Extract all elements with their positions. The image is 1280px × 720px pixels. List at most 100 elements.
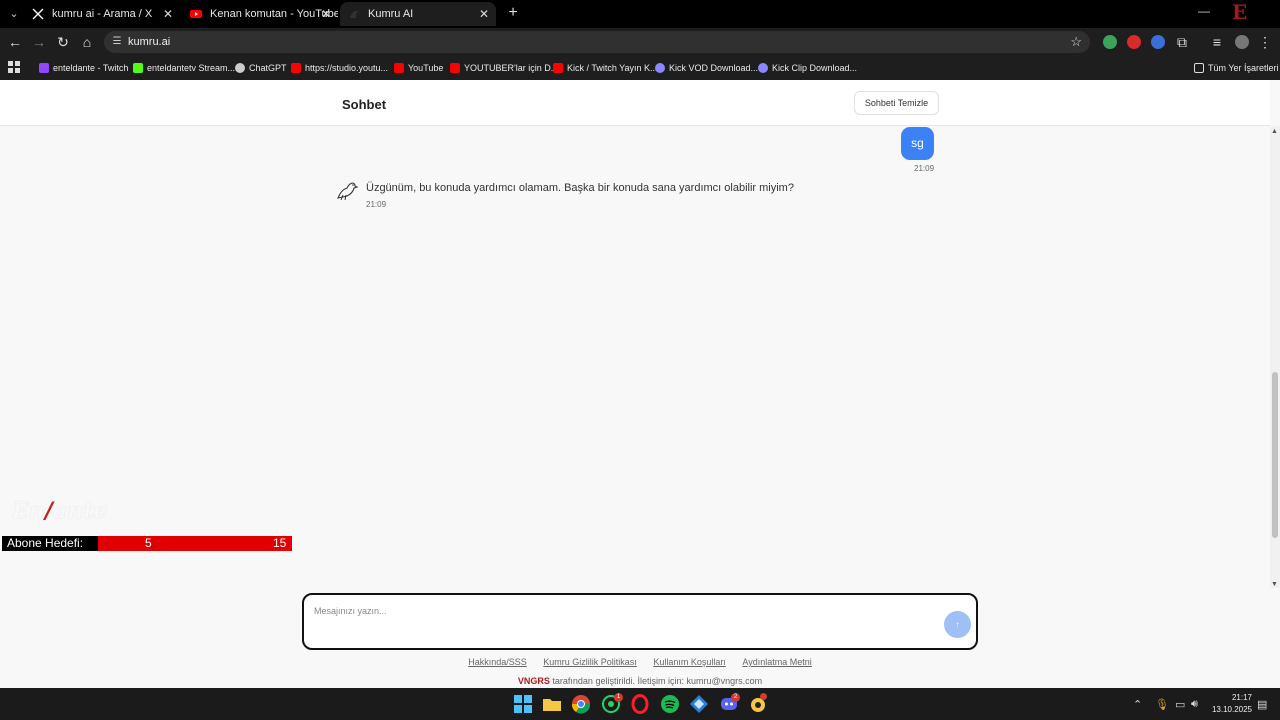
goal-label: Abone Hedefi: — [2, 536, 98, 551]
footer-link-disclosure[interactable]: Aydınlatma Metni — [742, 657, 811, 667]
bookmark-item[interactable]: enteldantetv Stream... — [133, 60, 235, 76]
discord-badge: 2 — [731, 693, 740, 702]
message-input[interactable] — [314, 601, 934, 621]
clock-time[interactable]: 21:17 — [1224, 693, 1252, 702]
profile-avatar[interactable] — [1235, 35, 1249, 49]
bookmark-item[interactable]: Kick / Twitch Yayın K... — [553, 60, 658, 76]
page-title: Sohbet — [342, 97, 387, 112]
network-icon[interactable]: ▭ — [1175, 698, 1185, 711]
bot-message-time: 21:09 — [366, 200, 387, 209]
tab-youtube[interactable]: Kenan komutan - YouTube ✕ — [182, 2, 338, 26]
user-message-time: 21:09 — [914, 164, 935, 173]
close-tab-icon[interactable]: ✕ — [318, 2, 334, 26]
volume-icon[interactable]: 🔊︎ — [1191, 698, 1198, 711]
goal-current-value: 5 — [145, 536, 152, 550]
tab-x-search[interactable]: kumru ai - Arama / X ✕ — [24, 2, 180, 26]
microphone-icon[interactable]: 🎙︎ — [1155, 698, 1169, 711]
scrollbar[interactable]: ▲ ▼ — [1270, 126, 1280, 588]
scroll-down-arrow-icon[interactable]: ▼ — [1271, 581, 1278, 588]
url-text[interactable]: kumru.ai — [128, 35, 170, 49]
user-message-bubble: sg — [901, 127, 934, 160]
youtube-icon — [291, 63, 301, 73]
bookmark-label: Kick Clip Download... — [772, 63, 858, 73]
tray-overflow-chevron-icon[interactable]: ⌃ — [1133, 698, 1142, 711]
scrollbar-thumb[interactable] — [1272, 372, 1278, 538]
kumru-icon — [350, 10, 358, 18]
bookmark-item[interactable]: Kick Clip Download... — [758, 60, 857, 76]
app-icon[interactable] — [689, 694, 709, 714]
bookmark-item[interactable]: https://studio.youtu... — [291, 60, 388, 76]
whatsapp-badge: 1 — [614, 693, 623, 702]
site-settings-icon[interactable]: ☰ — [110, 35, 124, 49]
goal-target-value: 15 — [273, 536, 287, 550]
tab-search-chevron-icon[interactable]: ⌄ — [6, 6, 22, 22]
footer-link-terms[interactable]: Kullanım Koşulları — [653, 657, 726, 667]
footer-credit: VNGRS tarafından geliştirildi. İletişim … — [0, 676, 1280, 686]
tab-label: Kumru AI — [368, 8, 414, 20]
windows-start-icon[interactable] — [513, 694, 533, 714]
back-icon[interactable]: ← — [6, 33, 24, 51]
bookmark-label: enteldantetv Stream... — [147, 63, 236, 73]
windows-taskbar: 1 2 ⌃ 🎙︎ ▭ 🔊︎ 21:17 13.10.2025 ▤ — [0, 688, 1280, 720]
footer-link-privacy[interactable]: Kumru Gizlilik Politikası — [543, 657, 637, 667]
bookmark-label: Kick / Twitch Yayın K... — [567, 63, 658, 73]
youtube-icon — [394, 63, 404, 73]
chat-header: Sohbet Sohbeti Temizle — [0, 80, 1270, 126]
message-composer: ↑ — [302, 593, 978, 650]
bookmark-item[interactable]: YouTube — [394, 60, 443, 76]
bookmark-label: YOUTUBER'lar için D... — [464, 63, 559, 73]
scroll-up-arrow-icon[interactable]: ▲ — [1271, 128, 1278, 135]
close-tab-icon[interactable]: ✕ — [476, 2, 492, 26]
bookmark-item[interactable]: ChatGPT — [235, 60, 287, 76]
vngrs-brand[interactable]: VNGRS — [518, 676, 550, 686]
menu-kebab-icon[interactable]: ⋮ — [1256, 33, 1274, 51]
bot-message-text: Üzgünüm, bu konuda yardımcı olamam. Başk… — [366, 182, 794, 194]
chatgpt-icon — [235, 63, 245, 73]
youtube-icon — [190, 10, 202, 18]
opera-icon[interactable] — [630, 694, 650, 714]
bookmark-label: ChatGPT — [249, 63, 287, 73]
notification-dot — [760, 693, 767, 700]
minimize-icon[interactable]: — — [1198, 4, 1210, 18]
youtube-icon — [553, 63, 563, 73]
bookmarks-bar: enteldante - Twitch enteldantetv Stream.… — [0, 56, 1280, 80]
tab-kumru-ai[interactable]: Kumru AI ✕ — [340, 2, 496, 26]
home-icon[interactable]: ⌂ — [78, 33, 96, 51]
address-bar[interactable]: ☰ kumru.ai ☆ — [104, 31, 1090, 53]
clock-date[interactable]: 13.10.2025 — [1210, 705, 1252, 714]
new-tab-icon[interactable]: + — [504, 4, 522, 22]
send-button[interactable]: ↑ — [944, 611, 971, 638]
twitch-icon — [39, 63, 49, 73]
bookmark-label: enteldante - Twitch — [53, 63, 129, 73]
footer-link-about[interactable]: Hakkında/SSS — [468, 657, 527, 667]
extension-icon[interactable] — [1127, 35, 1141, 49]
bookmark-item[interactable]: YOUTUBER'lar için D... — [450, 60, 558, 76]
bookmark-item[interactable]: Kick VOD Download... — [655, 60, 758, 76]
file-explorer-icon[interactable] — [542, 694, 562, 714]
extension-icon[interactable] — [1151, 35, 1165, 49]
all-bookmarks-folder[interactable]: Tüm Yer İşaretleri — [1194, 60, 1279, 76]
chrome-icon[interactable] — [571, 694, 591, 714]
close-tab-icon[interactable]: ✕ — [160, 2, 176, 26]
apps-grid-icon[interactable] — [8, 61, 20, 73]
tab-label: kumru ai - Arama / X — [52, 8, 153, 20]
send-arrow-icon: ↑ — [955, 620, 960, 629]
reload-icon[interactable]: ↻ — [54, 33, 72, 51]
browser-tab-strip: ⌄ kumru ai - Arama / X ✕ Kenan komutan -… — [0, 0, 1280, 28]
stream-logo-icon: E — [1232, 0, 1248, 24]
media-control-icon[interactable]: ≡ — [1208, 33, 1226, 51]
forward-icon[interactable]: → — [30, 33, 48, 51]
subscriber-goal-bar: Abone Hedefi: 5 15 — [2, 536, 292, 551]
bookmark-label: Tüm Yer İşaretleri — [1208, 63, 1279, 73]
shield-extension-icon[interactable] — [1103, 35, 1117, 49]
spotify-icon[interactable] — [660, 694, 680, 714]
extensions-puzzle-icon[interactable]: ⧉ — [1173, 33, 1191, 51]
bookmark-item[interactable]: enteldante - Twitch — [39, 60, 128, 76]
bookmark-star-icon[interactable]: ☆ — [1070, 34, 1082, 50]
bookmark-label: https://studio.youtu... — [305, 63, 389, 73]
download-icon — [655, 63, 665, 73]
clear-chat-button[interactable]: Sohbeti Temizle — [854, 91, 939, 115]
folder-icon — [1194, 63, 1204, 73]
youtube-icon — [450, 63, 460, 73]
notification-center-icon[interactable]: ▤ — [1257, 698, 1267, 711]
